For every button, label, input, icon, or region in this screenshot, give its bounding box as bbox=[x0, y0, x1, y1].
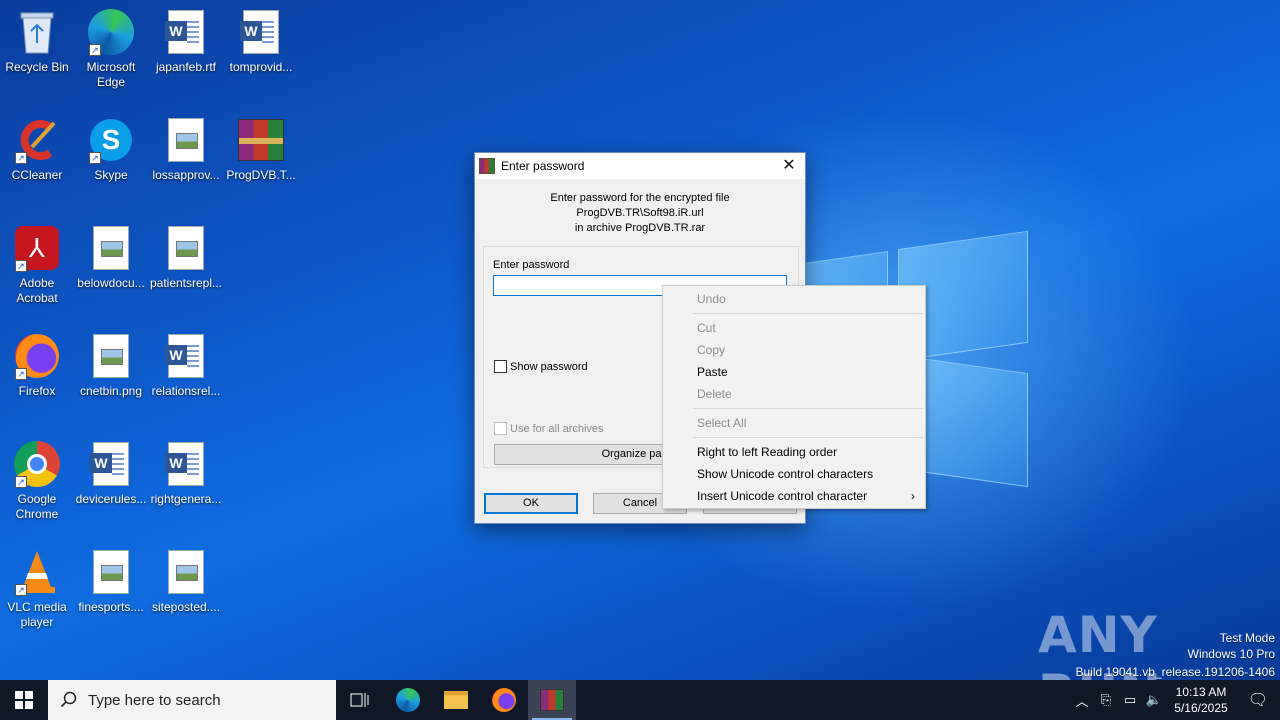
desktop-icon-edge[interactable]: ↗ Microsoft Edge bbox=[74, 8, 148, 90]
desktop-icon-japanfeb[interactable]: W japanfeb.rtf bbox=[149, 8, 223, 75]
desktop-icon-relationsrel[interactable]: W relationsrel... bbox=[149, 332, 223, 399]
taskbar: Type here to search ︿ ⎘ ▭ 🔈 10:13 AM 5/1… bbox=[0, 680, 1280, 720]
system-tray: ︿ ⎘ ▭ 🔈 10:13 AM 5/16/2025 🗨 bbox=[1070, 680, 1280, 720]
taskbar-firefox[interactable] bbox=[480, 680, 528, 720]
menu-item-undo[interactable]: Undo bbox=[663, 288, 925, 310]
desktop-icon-devicerules[interactable]: W devicerules... bbox=[74, 440, 148, 507]
word-document-icon: W bbox=[165, 442, 204, 486]
desktop-icon-rightgenera[interactable]: W rightgenera... bbox=[149, 440, 223, 507]
test-mode-text: Test Mode bbox=[1219, 631, 1275, 645]
menu-item-delete[interactable]: Delete bbox=[663, 383, 925, 405]
menu-item-paste[interactable]: Paste bbox=[663, 361, 925, 383]
image-file-icon bbox=[93, 550, 129, 594]
ok-button[interactable]: OK bbox=[484, 493, 578, 514]
close-button[interactable]: ✕ bbox=[773, 153, 805, 179]
taskbar-file-explorer[interactable] bbox=[432, 680, 480, 720]
dialog-titlebar[interactable]: Enter password ✕ bbox=[475, 153, 805, 179]
menu-separator bbox=[693, 408, 923, 409]
start-button[interactable] bbox=[0, 680, 48, 720]
clock-time: 10:13 AM bbox=[1175, 685, 1227, 699]
word-document-icon: W bbox=[240, 10, 279, 54]
menu-item-select-all[interactable]: Select All bbox=[663, 412, 925, 434]
dialog-title: Enter password bbox=[501, 159, 585, 173]
desktop-icon-finesports[interactable]: finesports.... bbox=[74, 548, 148, 615]
chevron-up-icon[interactable]: ︿ bbox=[1070, 691, 1094, 710]
taskbar-search-box[interactable]: Type here to search bbox=[48, 680, 336, 720]
desktop-icon-ccleaner[interactable]: ↗ CCleaner bbox=[0, 116, 74, 183]
menu-separator bbox=[693, 313, 923, 314]
clock-date: 5/16/2025 bbox=[1174, 701, 1228, 715]
checkbox-box[interactable] bbox=[494, 422, 507, 435]
windows-edition-text: Windows 10 Pro bbox=[1187, 647, 1275, 661]
message-line-1: Enter password for the encrypted file bbox=[550, 192, 730, 204]
word-document-icon: W bbox=[165, 10, 204, 54]
checkbox-box[interactable] bbox=[494, 360, 507, 373]
notifications-icon[interactable]: 🗨 bbox=[1236, 690, 1280, 710]
menu-item-insert-unicode[interactable]: Insert Unicode control character › bbox=[663, 485, 925, 507]
desktop-icon-adobe-acrobat[interactable]: ⅄ ↗ Adobe Acrobat bbox=[0, 224, 74, 306]
desktop-icon-google-chrome[interactable]: ↗ Google Chrome bbox=[0, 440, 74, 522]
desktop-icon-recycle-bin[interactable]: Recycle Bin bbox=[0, 8, 74, 75]
volume-icon[interactable]: 🔈 bbox=[1142, 692, 1166, 708]
edge-icon bbox=[396, 688, 420, 712]
desktop-icon-belowdocu[interactable]: belowdocu... bbox=[74, 224, 148, 291]
network-icon[interactable]: ⎘ bbox=[1094, 692, 1118, 708]
image-file-icon bbox=[168, 550, 204, 594]
desktop-icon-lossapprov[interactable]: lossapprov... bbox=[149, 116, 223, 183]
desktop-icon-progdvb-rar[interactable]: ProgDVB.T... bbox=[224, 116, 298, 183]
desktop-icon-patientsrepl[interactable]: patientsrepl... bbox=[149, 224, 223, 291]
word-document-icon: W bbox=[90, 442, 129, 486]
image-file-icon bbox=[93, 226, 129, 270]
context-menu: Undo Cut Copy Paste Delete Select All Ri… bbox=[662, 285, 926, 509]
menu-item-copy[interactable]: Copy bbox=[663, 339, 925, 361]
menu-item-rtl-reading-order[interactable]: Right to left Reading order bbox=[663, 441, 925, 463]
build-text: Build 19041.vb_release.191206-1406 bbox=[1075, 665, 1276, 679]
show-password-checkbox[interactable]: Show password bbox=[494, 360, 588, 373]
desktop-icon-tomprovid[interactable]: W tomprovid... bbox=[224, 8, 298, 75]
task-view-icon bbox=[350, 693, 369, 707]
desktop-icon-vlc[interactable]: ↗ VLC media player bbox=[0, 548, 74, 630]
desktop-icon-cnetbin[interactable]: cnetbin.png bbox=[74, 332, 148, 399]
message-line-3: in archive ProgDVB.TR.rar bbox=[574, 222, 706, 234]
taskbar-winrar[interactable] bbox=[528, 680, 576, 720]
message-line-2: ProgDVB.TR\Soft98.iR.url bbox=[576, 207, 704, 219]
search-icon bbox=[60, 691, 77, 708]
desktop-icon-siteposted[interactable]: siteposted.... bbox=[149, 548, 223, 615]
password-label: Enter password bbox=[493, 259, 570, 271]
winrar-archive-icon bbox=[238, 119, 284, 161]
folder-icon bbox=[444, 691, 468, 709]
image-file-icon bbox=[93, 334, 129, 378]
winrar-icon bbox=[540, 689, 564, 711]
monitor-icon[interactable]: ▭ bbox=[1118, 692, 1142, 708]
chevron-right-icon: › bbox=[911, 489, 915, 503]
winrar-icon bbox=[479, 158, 495, 174]
menu-item-cut[interactable]: Cut bbox=[663, 317, 925, 339]
desktop-icon-firefox[interactable]: ↗ Firefox bbox=[0, 332, 74, 399]
image-file-icon bbox=[168, 226, 204, 270]
clock[interactable]: 10:13 AM 5/16/2025 bbox=[1166, 684, 1236, 716]
firefox-icon bbox=[492, 688, 516, 712]
taskbar-edge[interactable] bbox=[384, 680, 432, 720]
search-placeholder: Type here to search bbox=[88, 691, 221, 709]
windows-start-icon bbox=[15, 691, 33, 709]
recycle-bin-icon bbox=[20, 12, 54, 54]
task-view-button[interactable] bbox=[336, 680, 384, 720]
menu-item-show-unicode[interactable]: Show Unicode control characters bbox=[663, 463, 925, 485]
dialog-message: Enter password for the encrypted file Pr… bbox=[475, 191, 805, 236]
image-file-icon bbox=[168, 118, 204, 162]
word-document-icon: W bbox=[165, 334, 204, 378]
desktop-icon-skype[interactable]: S ↗ Skype bbox=[74, 116, 148, 183]
use-for-all-archives-checkbox[interactable]: Use for all archives bbox=[494, 422, 604, 435]
menu-separator bbox=[693, 437, 923, 438]
